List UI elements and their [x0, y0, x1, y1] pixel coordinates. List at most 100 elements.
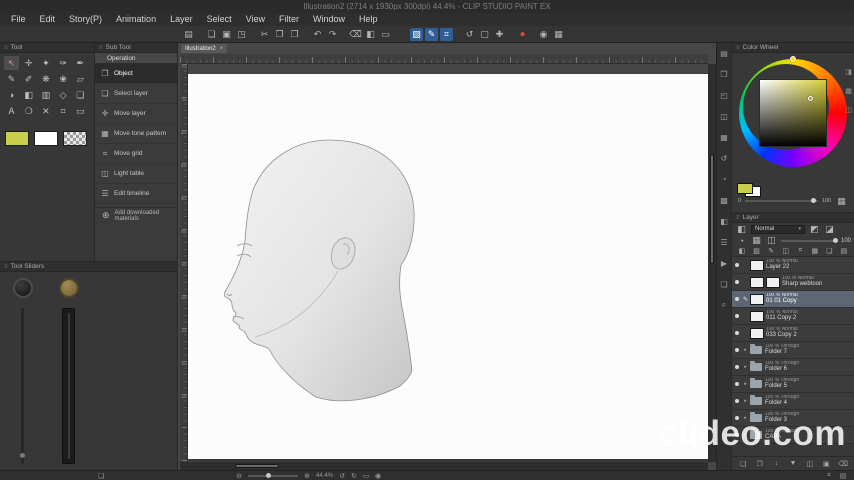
layer-visibility-eye-icon[interactable]	[732, 280, 741, 284]
add-downloaded-materials-button[interactable]: ⊕ Add downloaded materials	[95, 207, 177, 223]
rotate-left-icon[interactable]: ↺	[337, 471, 347, 480]
paste-icon[interactable]: ❒	[288, 28, 301, 41]
panel-color-mixer-icon[interactable]: ◧	[718, 215, 730, 227]
menu-window[interactable]: Window	[306, 13, 352, 26]
intermediate-color-tab-icon[interactable]: ◫	[844, 105, 853, 114]
figure-tool[interactable]: ◇	[56, 88, 71, 102]
layer-visibility-eye-icon[interactable]	[732, 348, 741, 352]
panel-auto-action-icon[interactable]: ▶	[718, 257, 730, 269]
sv-cursor[interactable]	[808, 96, 813, 101]
layer-visibility-eye-icon[interactable]	[732, 331, 741, 335]
current-color-swatch[interactable]	[737, 182, 753, 194]
menu-select[interactable]: Select	[200, 13, 239, 26]
opacity-slider-thumb[interactable]	[832, 237, 838, 243]
value-slider[interactable]	[745, 198, 818, 203]
layer-visibility-eye-icon[interactable]	[732, 297, 741, 301]
menu-filter[interactable]: Filter	[272, 13, 306, 26]
new-folder-icon[interactable]: ❐	[755, 459, 765, 469]
layer-visibility-eye-icon[interactable]	[732, 382, 741, 386]
create-mask-icon[interactable]: ◫	[805, 459, 815, 469]
panel-brush-size-icon[interactable]: ◔	[718, 173, 730, 185]
brush-size-knob[interactable]	[13, 278, 33, 298]
folder-expand-icon[interactable]: ▸	[741, 381, 750, 387]
status-grid-icon[interactable]: ⌗	[824, 471, 834, 480]
delete-layer-icon[interactable]: ⌫	[838, 459, 848, 469]
fill-tool[interactable]: ◧	[21, 88, 36, 102]
subtool-item-light-table[interactable]: ◫ Light table	[95, 164, 177, 184]
menu-file[interactable]: File	[4, 13, 33, 26]
save-icon[interactable]: ◳	[235, 28, 248, 41]
color-wheel[interactable]: ◨ ▩ ◫	[732, 53, 854, 181]
timeline-icon[interactable]: ◉	[537, 28, 550, 41]
blend-mode-select[interactable]: Normal ▾	[751, 224, 805, 234]
subtool-item-move-layer[interactable]: ✛ Move layer	[95, 104, 177, 124]
frame-border-tool[interactable]: ❏	[73, 88, 88, 102]
layer-lock-icon[interactable]: ◩	[808, 223, 821, 236]
density-slider[interactable]	[62, 308, 75, 464]
color-grid-icon[interactable]: ▦	[835, 195, 848, 208]
apply-mask-icon[interactable]: ▣	[821, 459, 831, 469]
zoom-slider[interactable]	[248, 472, 298, 478]
clip-to-layer-below-icon[interactable]: ◪	[823, 223, 836, 236]
onion-skin-icon[interactable]: ▦	[552, 28, 565, 41]
document-tab[interactable]: Illustration2 ×	[181, 44, 228, 53]
correction-tool[interactable]: ✕	[38, 104, 53, 118]
selection-area-tool[interactable]: ▭	[73, 104, 88, 118]
3d-head-model[interactable]	[188, 74, 708, 459]
color-set-tab-icon[interactable]: ▩	[844, 86, 853, 95]
folder-expand-icon[interactable]: ▸	[741, 347, 750, 353]
layer-row-folder-4[interactable]: ▸ 100 % Through Folder 4	[732, 393, 854, 410]
tone-icon[interactable]: ▦	[810, 246, 820, 256]
layer-thumbnail[interactable]	[750, 259, 764, 271]
tool-sliders-header[interactable]: ≡ Tool Sliders	[0, 262, 177, 272]
main-menu-icon[interactable]: ▤	[182, 28, 195, 41]
layer-color-icon[interactable]: ▤	[839, 246, 849, 256]
layer-row-011-copy-2[interactable]: 100 % Normal 011 Copy 2	[732, 308, 854, 325]
eyedropper-tool[interactable]: ✑	[56, 56, 71, 70]
copy-icon[interactable]: ❐	[273, 28, 286, 41]
menu-edit[interactable]: Edit	[33, 13, 63, 26]
tool-panel-header[interactable]: ≡ Tool	[0, 43, 94, 53]
open-icon[interactable]: ▣	[220, 28, 233, 41]
subtool-item-move-tone-pattern[interactable]: ▦ Move tone pattern	[95, 124, 177, 144]
gradient-tool[interactable]: ▥	[38, 88, 53, 102]
layer-thumbnail[interactable]	[766, 276, 780, 288]
status-doc-icon[interactable]: ❏	[96, 471, 106, 480]
subtool-item-object[interactable]: ❐ Object	[95, 64, 177, 84]
brush-tool[interactable]: ✐	[21, 72, 36, 86]
subtool-panel-header[interactable]: ≡ Sub Tool	[95, 43, 177, 53]
size-slider-thumb[interactable]	[20, 453, 25, 458]
layer-visibility-eye-icon[interactable]	[732, 314, 741, 318]
transparent-color-swatch[interactable]	[63, 131, 87, 146]
hue-marker[interactable]	[790, 56, 796, 62]
snap-grid-icon[interactable]: ⌗	[440, 27, 453, 41]
panel-subview-icon[interactable]: ◫	[718, 110, 730, 122]
folder-expand-icon[interactable]: ▸	[741, 364, 750, 370]
transfer-down-icon[interactable]: ↓	[771, 459, 781, 469]
panel-quick-access-icon[interactable]: ▤	[718, 47, 730, 59]
redo-icon[interactable]: ↷	[326, 28, 339, 41]
menu-story-p[interactable]: Story(P)	[62, 13, 109, 26]
layer-row-layer-22[interactable]: 100 % Normal Layer 22	[732, 257, 854, 274]
size-slider[interactable]	[20, 308, 25, 464]
layer-row-folder-6[interactable]: ▸ 100 % Through Folder 6	[732, 359, 854, 376]
layer-visibility-eye-icon[interactable]	[732, 399, 741, 403]
rotate-view-icon[interactable]: ↺	[463, 28, 476, 41]
pencil-tool[interactable]: ✎	[4, 72, 19, 86]
horizontal-scrollbar-thumb[interactable]	[235, 464, 279, 468]
zoom-in-icon[interactable]: ⊕	[302, 471, 312, 480]
opacity-slider[interactable]	[781, 237, 838, 243]
layer-row-033-copy-2[interactable]: 100 % Normal 033 Copy 2	[732, 325, 854, 342]
draft-layer-icon[interactable]: ✎	[766, 246, 776, 256]
menu-view[interactable]: View	[239, 13, 272, 26]
balloon-tool[interactable]: ❍	[21, 104, 36, 118]
airbrush-tool[interactable]: ❋	[38, 72, 53, 86]
layer-row-sharp-webtoon[interactable]: 100 % Normal Sharp webtoon	[732, 274, 854, 291]
horizontal-scrollbar[interactable]	[180, 462, 708, 470]
rotate-right-icon[interactable]: ↻	[349, 471, 359, 480]
layer-panel-header[interactable]: ≡ Layer	[732, 213, 854, 223]
text-tool[interactable]: A	[4, 104, 19, 118]
guide-icon[interactable]: ✚	[493, 28, 506, 41]
layer-visibility-eye-icon[interactable]	[732, 365, 741, 369]
fit-to-screen-icon[interactable]: ▭	[361, 471, 371, 480]
